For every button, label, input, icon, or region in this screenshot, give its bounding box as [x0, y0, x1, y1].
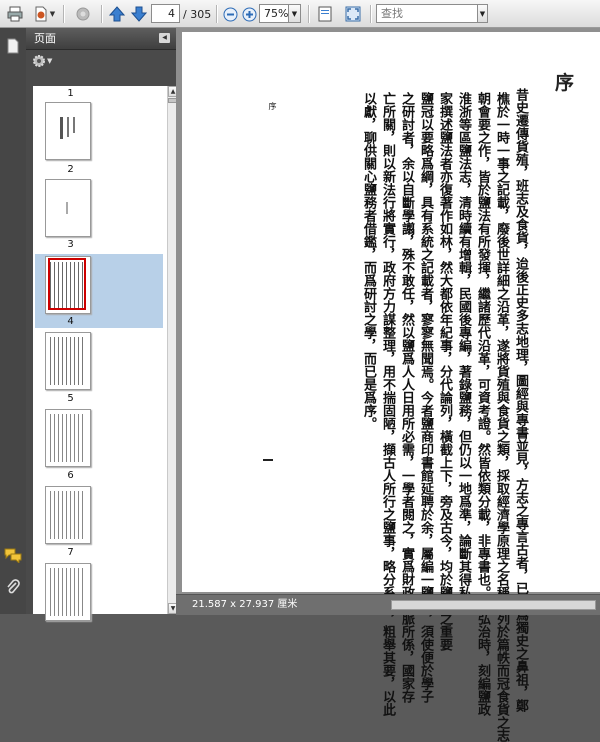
thumbnail-label: 1: [67, 88, 74, 99]
toolbar-divider: [308, 5, 310, 23]
collaborate-icon: [76, 7, 90, 21]
document-view[interactable]: 序 序 昔史遷傳貨殖，班志及食貨，迨後正史多志地理，圖經與專書並見，方志之專言古…: [176, 28, 600, 742]
zoom-in-button[interactable]: [241, 4, 257, 24]
page-number-input[interactable]: 4: [151, 4, 180, 23]
status-bar: 21.587 x 27.937 厘米: [176, 594, 600, 615]
thumbnail-page-8[interactable]: [45, 563, 91, 621]
thumbnail-content: [60, 117, 63, 139]
zoom-level-select[interactable]: 75%: [259, 4, 289, 23]
thumbnail-label: 4: [67, 316, 74, 327]
thumbnail-content: [67, 117, 69, 137]
zoom-in-icon: [242, 7, 256, 21]
printer-icon: [7, 6, 23, 22]
previous-page-button[interactable]: [108, 4, 126, 24]
options-button[interactable]: ▼: [32, 53, 56, 69]
chevron-down-icon: ▼: [291, 9, 298, 18]
zoom-dropdown-button[interactable]: ▼: [289, 4, 301, 23]
thumbnail-content: [50, 491, 86, 539]
fit-page-button[interactable]: [316, 4, 334, 24]
text-column: 朝會要之作，皆於鹽法有所發揮，繼諸歷代沿革，可資考證。然皆依類分載，非專書也。明…: [475, 92, 490, 716]
comments-button[interactable]: [3, 546, 23, 564]
panel-menu-button[interactable]: ◀: [159, 33, 170, 43]
text-column: 以獻，聊供關心鹽務者借鑑，而爲研討之學，而已是爲序。: [361, 92, 376, 430]
collaborate-button[interactable]: [70, 4, 96, 24]
pages-icon: [7, 38, 19, 54]
paperclip-icon: [7, 579, 20, 594]
full-screen-button[interactable]: [343, 4, 363, 24]
thumbnail-page-7[interactable]: [45, 486, 91, 544]
panel-options-row: ▼: [26, 50, 176, 72]
pages-panel-header: 页面 ◀: [26, 28, 176, 50]
toolbar-divider: [101, 5, 103, 23]
arrow-down-icon: [131, 6, 147, 22]
chevron-down-icon: ▼: [49, 10, 56, 18]
page-total: / 305: [183, 8, 212, 21]
create-pdf-button[interactable]: ▼: [30, 4, 58, 24]
thumbnail-label: 7: [67, 547, 74, 558]
text-column: 家撰述鹽法者亦復著作如林，然大都依年紀事，分代論列，橫截上下，旁及古今，均於鹽政…: [437, 92, 452, 651]
thumbnail-content: [50, 337, 86, 385]
text-column: 樵於一時一事之記載，廢後世詳細之沿革，遂將貨殖與食貨之類，採取經濟學原理之名稱，…: [494, 92, 509, 742]
toolbar-divider: [370, 5, 372, 23]
zoom-out-icon: [223, 7, 237, 21]
attachments-button[interactable]: [3, 578, 23, 596]
comments-icon: [4, 548, 22, 563]
pages-panel: 页面 ◀ ▼ 1 2 3 4 5 6 7 ▲ ▼: [26, 28, 178, 621]
thumbnail-content: [66, 202, 68, 214]
margin-label: 序: [268, 102, 277, 110]
print-button[interactable]: [6, 4, 24, 24]
chevron-down-icon: ▼: [479, 9, 486, 18]
page-heading: 序: [555, 72, 575, 94]
chevron-down-icon: ▼: [47, 57, 53, 65]
thumbnail-page-1[interactable]: [45, 102, 91, 160]
triangle-icon: ◀: [162, 34, 167, 41]
horizontal-scrollbar[interactable]: [391, 600, 596, 610]
next-page-button[interactable]: [130, 4, 148, 24]
text-column: 淮浙等區鹽法志，清時續有增輯，民國後專編，著錄鹽務，但仍以一地爲準，論斷其得私: [456, 92, 471, 599]
fit-page-icon: [318, 6, 332, 22]
page-mark: [263, 459, 273, 461]
toolbar-divider: [63, 5, 65, 23]
search-input[interactable]: 查找: [376, 4, 478, 23]
thumbnail-content: [73, 117, 75, 133]
thumbnail-page-6[interactable]: [45, 409, 91, 467]
page-size-readout: 21.587 x 27.937 厘米: [192, 599, 298, 610]
thumbnail-page-2[interactable]: [45, 179, 91, 237]
thumbnail-content: [50, 568, 86, 616]
document-page: 序 序 昔史遷傳貨殖，班志及食貨，迨後正史多志地理，圖經與專書並見，方志之專言古…: [182, 32, 600, 742]
thumbnail-label: 3: [67, 239, 74, 250]
thumbnail-list[interactable]: 1 2 3 4 5 6 7 ▲ ▼: [33, 86, 178, 621]
text-column: 昔史遷傳貨殖，班志及食貨，迨後正史多志地理，圖經與專書並見，方志之專言古者，已推…: [513, 88, 528, 712]
thumbnail-label: 6: [67, 470, 74, 481]
toolbar: ▼ 4 / 305 75% ▼ 查找 ▼: [0, 0, 600, 28]
thumbnail-label: 2: [67, 164, 74, 175]
thumbnail-page-5[interactable]: [45, 332, 91, 390]
pdf-create-icon: [35, 6, 47, 22]
thumbnail-label: 5: [67, 393, 74, 404]
search-dropdown-button[interactable]: ▼: [478, 4, 488, 23]
full-screen-icon: [345, 6, 361, 22]
pages-nav-button[interactable]: [5, 38, 21, 54]
navigation-rail: [0, 28, 27, 614]
panel-title: 页面: [34, 32, 56, 45]
visible-area-box[interactable]: [48, 258, 86, 310]
zoom-out-button[interactable]: [222, 4, 238, 24]
toolbar-divider: [216, 5, 218, 23]
arrow-up-icon: [109, 6, 125, 22]
gear-icon: [33, 55, 45, 67]
thumbnail-content: [50, 414, 86, 462]
text-column: 亡所關，則以新法行將實行，政府方力謀整理，用不揣固陋，擷古人所行之鹽事，略分系統…: [380, 92, 395, 716]
